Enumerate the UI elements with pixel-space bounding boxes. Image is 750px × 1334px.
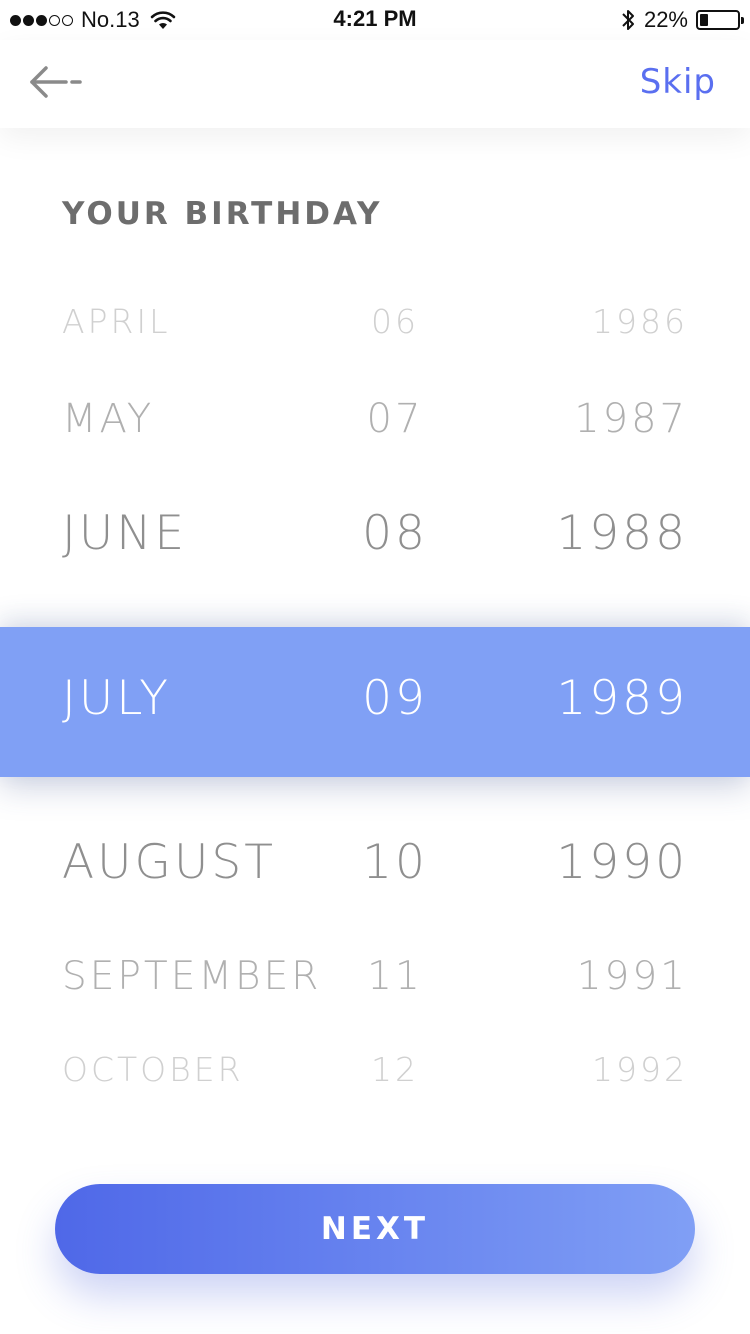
selected-month: JULY: [62, 671, 171, 726]
next-button[interactable]: NEXT: [55, 1184, 695, 1274]
status-bar: No.13 4:21 PM 22%: [0, 0, 750, 40]
month-option: SEPTEMBER: [62, 954, 322, 999]
year-option: 1992: [592, 1050, 688, 1089]
day-option: 06: [371, 302, 419, 341]
back-arrow-icon: [30, 66, 82, 98]
year-option: 1988: [556, 506, 688, 561]
day-option: 10: [362, 835, 428, 890]
battery-icon: [696, 10, 744, 30]
day-option: 11: [367, 954, 423, 999]
picker-row[interactable]: AUGUST 10 1990: [0, 835, 750, 899]
month-option: OCTOBER: [62, 1050, 244, 1089]
year-option: 1987: [574, 396, 688, 442]
selected-day: 09: [362, 671, 428, 726]
battery-percent: 22%: [643, 7, 688, 32]
year-option: 1986: [592, 302, 688, 341]
picker-row[interactable]: APRIL 06 1986: [0, 302, 750, 352]
month-option: JUNE: [62, 506, 188, 561]
picker-selected-row[interactable]: JULY 09 1989: [0, 627, 750, 777]
month-option: AUGUST: [62, 835, 276, 890]
bluetooth-icon: [622, 10, 634, 30]
page-title: YOUR BIRTHDAY: [62, 196, 383, 232]
birthday-picker[interactable]: APRIL 06 1986 MAY 07 1987 JUNE 08 1988 J…: [0, 260, 750, 1140]
status-right: 22%: [620, 7, 744, 33]
selected-year: 1989: [556, 671, 688, 726]
picker-row[interactable]: SEPTEMBER 11 1991: [0, 954, 750, 1010]
month-option: APRIL: [62, 302, 171, 341]
battery-fill: [700, 14, 708, 26]
picker-row[interactable]: JUNE 08 1988: [0, 506, 750, 570]
day-option: 08: [362, 506, 428, 561]
day-option: 07: [366, 396, 424, 442]
year-option: 1991: [576, 954, 688, 999]
skip-button[interactable]: Skip: [640, 62, 716, 102]
nav-bar: Skip: [0, 40, 750, 128]
year-option: 1990: [556, 835, 688, 890]
day-option: 12: [371, 1050, 419, 1089]
picker-row[interactable]: OCTOBER 12 1992: [0, 1050, 750, 1100]
back-button[interactable]: [24, 60, 88, 104]
picker-row[interactable]: MAY 07 1987: [0, 396, 750, 452]
month-option: MAY: [62, 396, 155, 442]
